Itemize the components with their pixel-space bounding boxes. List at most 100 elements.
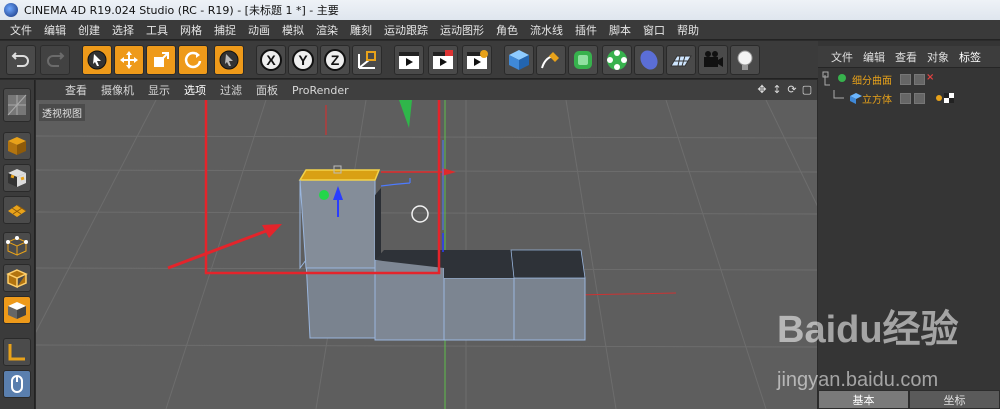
- y-axis-icon: Y: [292, 49, 314, 71]
- camera-button[interactable]: [698, 45, 728, 75]
- x-axis-button[interactable]: X: [256, 45, 286, 75]
- workplane-icon: [8, 204, 27, 217]
- array-button[interactable]: [602, 45, 632, 75]
- polygons-mode-button[interactable]: [3, 296, 31, 324]
- floor-button[interactable]: [666, 45, 696, 75]
- polygons-mode-icon: [8, 302, 26, 319]
- axis-icon: [8, 344, 25, 361]
- object-name[interactable]: 立方体: [862, 91, 892, 106]
- object-axis-point: [319, 190, 329, 200]
- y-axis-button[interactable]: Y: [288, 45, 318, 75]
- live-select-button[interactable]: [82, 45, 112, 75]
- render-picture-viewer-button[interactable]: [428, 45, 458, 75]
- layer-flag-icon[interactable]: [900, 93, 911, 104]
- workplane-mode-button[interactable]: [3, 196, 31, 224]
- make-editable-icon: [7, 94, 27, 116]
- menu-motion-tracking[interactable]: 运动跟踪: [378, 22, 434, 38]
- object-manager-menu: 文件 编辑 查看 对象 标签: [818, 46, 1000, 68]
- rotate-button[interactable]: [178, 45, 208, 75]
- subdivision-surface-icon: [574, 51, 592, 69]
- svg-text:Y: Y: [298, 52, 308, 68]
- menu-script[interactable]: 脚本: [603, 22, 637, 38]
- z-axis-button[interactable]: Z: [320, 45, 350, 75]
- menu-tools[interactable]: 工具: [140, 22, 174, 38]
- pan-icon[interactable]: ✥: [756, 83, 768, 97]
- attr-tab-coordinates[interactable]: 坐标: [909, 390, 1000, 409]
- om-menu-edit[interactable]: 编辑: [858, 49, 890, 65]
- viewport-menu-view[interactable]: 查看: [58, 82, 94, 98]
- layer-flag-icon[interactable]: [900, 74, 911, 85]
- edit-render-settings-button[interactable]: [462, 45, 492, 75]
- toggle-view-icon[interactable]: ▢: [801, 83, 813, 97]
- deformer-icon: [640, 50, 658, 70]
- pen-spline-button[interactable]: [536, 45, 566, 75]
- object-row-subdivision[interactable]: 细分曲面 ×: [818, 70, 1000, 88]
- menu-render[interactable]: 渲染: [310, 22, 344, 38]
- scale-button[interactable]: [146, 45, 176, 75]
- object-name[interactable]: 细分曲面: [852, 72, 892, 87]
- menu-select[interactable]: 选择: [106, 22, 140, 38]
- menu-help[interactable]: 帮助: [671, 22, 705, 38]
- menu-mograph[interactable]: 运动图形: [434, 22, 490, 38]
- recent-tool-button[interactable]: [214, 45, 244, 75]
- light-icon: [737, 50, 753, 70]
- light-button[interactable]: [730, 45, 760, 75]
- viewport-menu-panel[interactable]: 面板: [249, 82, 285, 98]
- tweak-mode-button[interactable]: [3, 370, 31, 398]
- om-menu-objects[interactable]: 对象: [922, 49, 954, 65]
- disabled-x-icon[interactable]: ×: [926, 72, 934, 83]
- visibility-flag-icon[interactable]: [914, 74, 925, 85]
- attr-tab-basic[interactable]: 基本: [818, 390, 909, 409]
- visibility-flag-icon[interactable]: [914, 93, 925, 104]
- menu-window[interactable]: 窗口: [637, 22, 671, 38]
- rotate-icon: [184, 51, 202, 69]
- menu-mesh[interactable]: 网格: [174, 22, 208, 38]
- live-select-icon: [87, 50, 107, 70]
- edges-mode-button[interactable]: [3, 264, 31, 292]
- viewport-menu-prorender[interactable]: ProRender: [285, 84, 356, 97]
- deformer-button[interactable]: [634, 45, 664, 75]
- points-mode-button[interactable]: [3, 232, 31, 260]
- coordinate-system-button[interactable]: [352, 45, 382, 75]
- subdivision-surface-icon: [838, 74, 846, 82]
- viewport-menu-cameras[interactable]: 摄像机: [94, 82, 141, 98]
- menu-edit[interactable]: 编辑: [38, 22, 72, 38]
- viewport-menu-display[interactable]: 显示: [141, 82, 177, 98]
- om-menu-view[interactable]: 查看: [890, 49, 922, 65]
- menu-simulate[interactable]: 模拟: [276, 22, 310, 38]
- annotation-arrow: [167, 226, 275, 270]
- menu-create[interactable]: 创建: [72, 22, 106, 38]
- cube-button[interactable]: [504, 45, 534, 75]
- axis-mode-button[interactable]: [3, 338, 31, 366]
- redo-button[interactable]: [40, 45, 70, 75]
- texture-mode-button[interactable]: [3, 164, 31, 192]
- main-toolbar: X Y Z: [0, 41, 818, 79]
- model-mode-button[interactable]: [3, 132, 31, 160]
- menu-sculpt[interactable]: 雕刻: [344, 22, 378, 38]
- menu-file[interactable]: 文件: [4, 22, 38, 38]
- om-menu-file[interactable]: 文件: [826, 49, 858, 65]
- orbit-icon[interactable]: ⟳: [786, 83, 798, 97]
- hierarchy-expander-icon: [822, 71, 846, 86]
- render-picture-viewer-icon: [433, 50, 453, 69]
- menu-snap[interactable]: 捕捉: [208, 22, 242, 38]
- viewport-menu-options[interactable]: 选项: [177, 82, 213, 98]
- om-menu-tags[interactable]: 标签: [954, 49, 986, 65]
- menu-pipeline[interactable]: 流水线: [524, 22, 569, 38]
- object-row-cube[interactable]: 立方体: [818, 89, 1000, 107]
- perspective-viewport[interactable]: 查看 摄像机 显示 选项 过滤 面板 ProRender ✥ ↕ ⟳ ▢ 透视视…: [36, 80, 817, 409]
- make-editable-button[interactable]: [3, 88, 31, 122]
- floor-icon: [670, 55, 692, 67]
- x-axis-icon: X: [260, 49, 282, 71]
- subdivision-surface-button[interactable]: [568, 45, 598, 75]
- undo-button[interactable]: [6, 45, 36, 75]
- dolly-icon[interactable]: ↕: [771, 83, 783, 97]
- render-view-button[interactable]: [394, 45, 424, 75]
- menu-plugins[interactable]: 插件: [569, 22, 603, 38]
- viewport-menu-filter[interactable]: 过滤: [213, 82, 249, 98]
- tags-icon[interactable]: [935, 91, 965, 105]
- move-button[interactable]: [114, 45, 144, 75]
- cinema4d-logo-icon: [4, 3, 18, 17]
- menu-animate[interactable]: 动画: [242, 22, 276, 38]
- menu-character[interactable]: 角色: [490, 22, 524, 38]
